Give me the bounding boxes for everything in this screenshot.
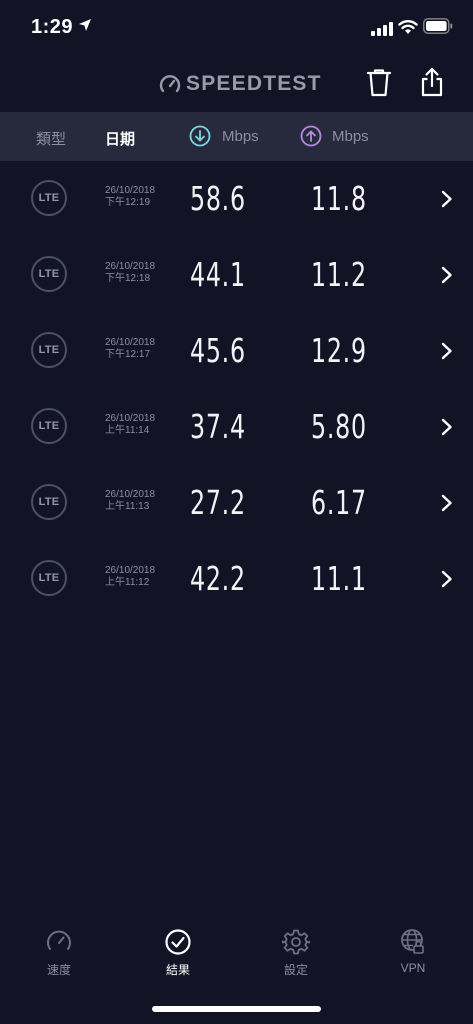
chevron-right-icon[interactable] [441, 494, 453, 512]
result-row[interactable]: LTE 26/10/2018 下午12:19 58.6 11.8 [0, 161, 473, 237]
tab-settings-label: 設定 [283, 963, 308, 977]
result-date: 26/10/2018 [105, 413, 156, 424]
column-type-header[interactable]: 類型 [36, 128, 66, 149]
globe-lock-icon [401, 929, 424, 954]
check-circle-icon [165, 929, 191, 955]
result-time: 下午12:19 [105, 197, 151, 208]
result-date: 26/10/2018 [105, 337, 156, 348]
trash-icon[interactable] [366, 68, 392, 98]
chevron-right-icon[interactable] [441, 266, 453, 284]
upload-speed-value: 12.9 [311, 331, 367, 370]
column-upload-header[interactable]: Mbps [332, 128, 369, 145]
result-date: 26/10/2018 [105, 185, 156, 196]
tab-settings[interactable]: 設定 [256, 928, 336, 978]
result-row[interactable]: LTE 26/10/2018 下午12:17 45.6 12.9 [0, 313, 473, 389]
upload-speed-value: 11.1 [311, 559, 367, 598]
tab-speed-label: 速度 [46, 963, 71, 977]
upload-speed-value: 6.17 [311, 483, 367, 522]
location-arrow-icon [79, 19, 91, 31]
result-date: 26/10/2018 [105, 565, 156, 576]
status-time: 1:29 [31, 16, 74, 38]
result-time: 上午11:14 [105, 425, 150, 436]
result-time: 下午12:18 [105, 273, 151, 284]
tab-results-label: 結果 [165, 963, 190, 977]
download-speed-value: 45.6 [190, 331, 246, 370]
upload-speed-value: 11.2 [311, 255, 367, 294]
home-indicator[interactable] [152, 1006, 321, 1012]
gear-icon [282, 929, 310, 955]
upload-speed-value: 11.8 [311, 179, 367, 218]
column-date-header[interactable]: 日期 [105, 128, 135, 149]
speedometer-icon [47, 930, 71, 950]
chevron-right-icon[interactable] [441, 570, 453, 588]
status-bar: 1:29 [0, 0, 473, 58]
download-icon[interactable] [189, 125, 211, 147]
result-time: 上午11:13 [105, 501, 150, 512]
battery-icon [423, 18, 453, 34]
connection-type-badge: LTE [31, 256, 67, 292]
connection-type-badge: LTE [31, 180, 67, 216]
chevron-right-icon[interactable] [441, 418, 453, 436]
result-date: 26/10/2018 [105, 261, 156, 272]
connection-type-badge: LTE [31, 332, 67, 368]
result-row[interactable]: LTE 26/10/2018 下午12:18 44.1 11.2 [0, 237, 473, 313]
result-date: 26/10/2018 [105, 489, 156, 500]
result-time: 下午12:17 [105, 349, 151, 360]
download-speed-value: 58.6 [190, 179, 246, 218]
result-row[interactable]: LTE 26/10/2018 上午11:14 37.4 5.80 [0, 389, 473, 465]
chevron-right-icon[interactable] [441, 190, 453, 208]
tab-vpn-label: VPN [400, 961, 426, 975]
download-speed-value: 44.1 [190, 255, 246, 294]
result-time: 上午11:12 [105, 577, 150, 588]
upload-speed-value: 5.80 [311, 407, 367, 446]
download-speed-value: 37.4 [190, 407, 246, 446]
cellular-signal-icon [371, 22, 393, 36]
download-speed-value: 27.2 [190, 483, 246, 522]
wifi-icon [398, 20, 418, 34]
tab-speed[interactable]: 速度 [19, 928, 99, 978]
connection-type-badge: LTE [31, 408, 67, 444]
tab-vpn[interactable]: VPN [373, 928, 453, 975]
upload-icon[interactable] [300, 125, 322, 147]
result-row[interactable]: LTE 26/10/2018 上午11:13 27.2 6.17 [0, 465, 473, 541]
connection-type-badge: LTE [31, 484, 67, 520]
chevron-right-icon[interactable] [441, 342, 453, 360]
connection-type-badge: LTE [31, 560, 67, 596]
share-icon[interactable] [419, 67, 445, 97]
speedtest-results-screen: 1:29 SPEEDTEST 類型 日期 Mbps Mbps LTE 26/10… [0, 0, 473, 1024]
speedtest-logo-icon [159, 75, 181, 93]
results-list: LTE 26/10/2018 下午12:19 58.6 11.8 LTE 26/… [0, 161, 473, 617]
column-download-header[interactable]: Mbps [222, 128, 259, 145]
tab-results[interactable]: 結果 [138, 928, 218, 978]
download-speed-value: 42.2 [190, 559, 246, 598]
result-row[interactable]: LTE 26/10/2018 上午11:12 42.2 11.1 [0, 541, 473, 617]
speedtest-logo-text: SPEEDTEST [186, 72, 322, 95]
